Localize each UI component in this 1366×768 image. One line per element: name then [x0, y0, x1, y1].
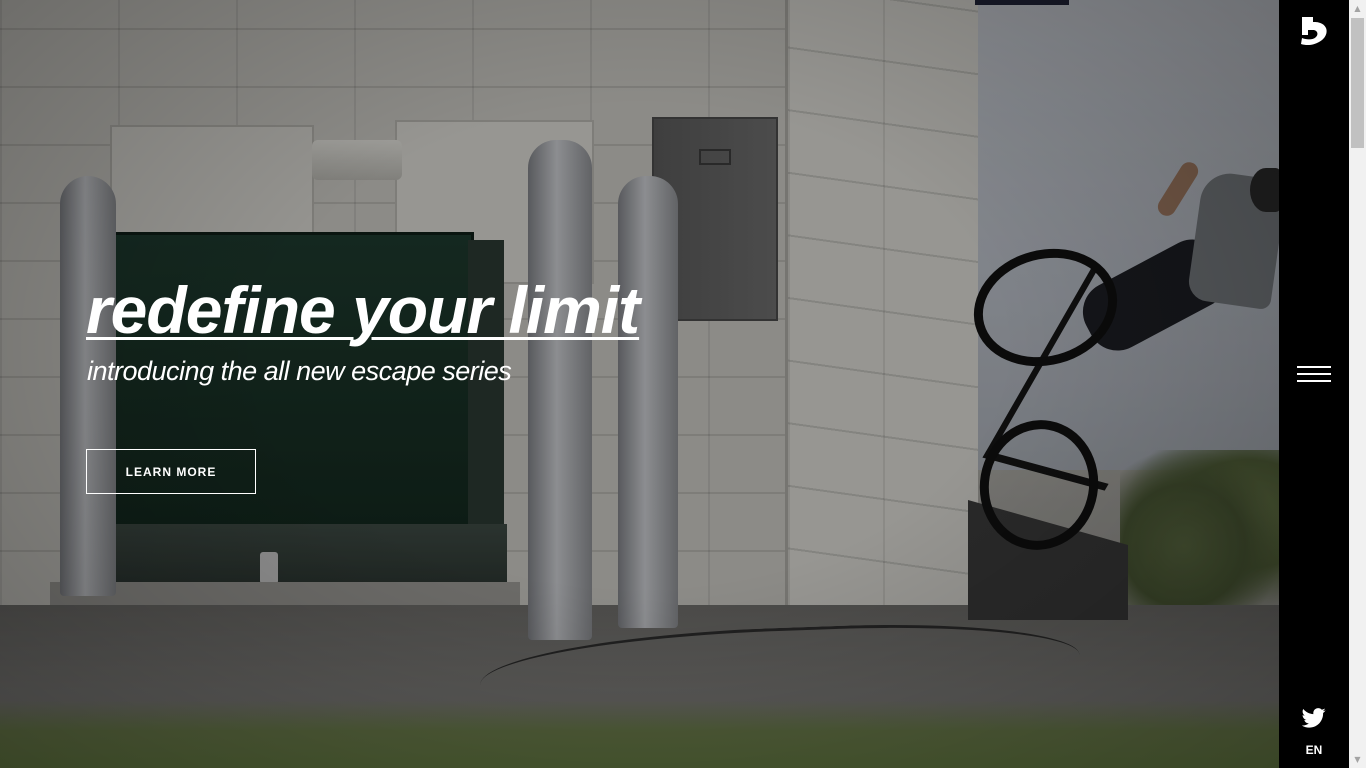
hamburger-menu-icon[interactable] — [1297, 364, 1331, 386]
page-scrollbar[interactable]: ▲ ▼ — [1349, 0, 1366, 768]
right-sidebar: EN — [1279, 0, 1349, 768]
page: redefine your limit introducing the all … — [0, 0, 1366, 768]
learn-more-label: LEARN MORE — [125, 464, 217, 479]
language-switcher[interactable]: EN — [1279, 743, 1349, 757]
scrollbar-thumb[interactable] — [1351, 18, 1364, 148]
scroll-down-arrow-icon[interactable]: ▼ — [1349, 751, 1366, 768]
s-logo-icon[interactable] — [1299, 15, 1329, 47]
hero-title[interactable]: redefine your limit — [86, 270, 640, 350]
scroll-up-arrow-icon[interactable]: ▲ — [1349, 0, 1366, 17]
hero-subtitle: introducing the all new escape series — [87, 356, 512, 386]
hero-section: redefine your limit introducing the all … — [0, 0, 1279, 768]
learn-more-button[interactable]: LEARN MORE — [86, 449, 256, 494]
twitter-icon[interactable] — [1301, 708, 1326, 728]
